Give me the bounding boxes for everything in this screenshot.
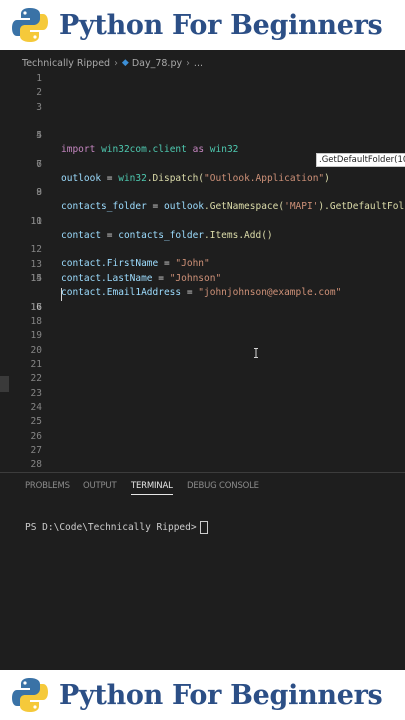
line-number: 20 [30,344,42,356]
active-code-line[interactable]: 16 [0,287,405,313]
code-line[interactable]: 10 contact = contacts_folder.Items.Add() [0,201,405,241]
line-number: 28 [30,459,42,471]
banner-title: Python For Beginners [59,9,383,41]
terminal-cursor [199,521,208,534]
line-number: 9 [36,187,42,199]
top-banner: Python For Beginners [0,0,405,50]
line-number: 25 [30,416,42,428]
line-number: 17 [30,301,42,313]
terminal-prompt[interactable]: PS D:\Code\Technically Ripped> [25,521,208,534]
tab-debug-console[interactable]: DEBUG CONSOLE [187,481,259,491]
line-number: 11 [30,216,42,227]
code-editor[interactable]: Technically Ripped › ◆ Day_78.py › ... 1… [0,50,405,670]
panel-tabs: PROBLEMS OUTPUT TERMINAL DEBUG CONSOLE [0,481,405,501]
line-number: 15 [30,273,42,285]
breadcrumb: Technically Ripped › ◆ Day_78.py › ... [0,54,405,72]
scroll-indicator[interactable] [0,376,9,392]
line-number: 18 [30,316,42,328]
code-line[interactable]: 4 import win32com.client as win32 [0,115,405,155]
text-caret [61,287,62,301]
line-number: 21 [30,359,42,370]
bottom-banner: Python For Beginners [0,670,405,720]
autocomplete-tooltip[interactable]: .GetDefaultFolder(10) [316,153,405,167]
tab-output[interactable]: OUTPUT [83,481,117,491]
code-line[interactable]: 13 contact.LastName = "Johnson" [0,244,405,284]
text-cursor-icon [254,348,258,358]
tab-problems[interactable]: PROBLEMS [25,481,70,491]
line-number: 26 [30,430,42,442]
python-file-icon: ◆ [121,58,129,68]
code-line[interactable]: 14 contact.Email1Address = "johnjohnson@… [0,258,405,298]
line-number: 19 [30,330,42,342]
breadcrumb-folder[interactable]: Technically Ripped [22,58,110,69]
bottom-panel: PROBLEMS OUTPUT TERMINAL DEBUG CONSOLE P… [0,472,405,670]
line-number: 2 [36,87,42,99]
line-number: 1 [36,73,42,84]
banner-title: Python For Beginners [59,679,383,711]
line-number: 24 [30,401,42,413]
code-line[interactable]: 8 contacts_folder = outlook.GetNamespace… [0,172,405,212]
breadcrumb-file[interactable]: Day_78.py [132,58,182,69]
line-number: 3 [36,101,42,113]
line-number: 5 [36,130,42,142]
breadcrumb-more[interactable]: ... [194,58,203,69]
chevron-right-icon: › [186,57,190,69]
line-number: 27 [30,444,42,456]
python-logo-icon [12,8,48,42]
line-number: 7 [36,158,42,170]
terminal-prompt-text: PS D:\Code\Technically Ripped> [25,522,197,533]
code-line[interactable]: 12 contact.FirstName = "John" [0,229,405,269]
python-logo-icon [12,678,48,712]
chevron-right-icon: › [114,57,118,69]
tab-terminal[interactable]: TERMINAL [131,481,173,495]
